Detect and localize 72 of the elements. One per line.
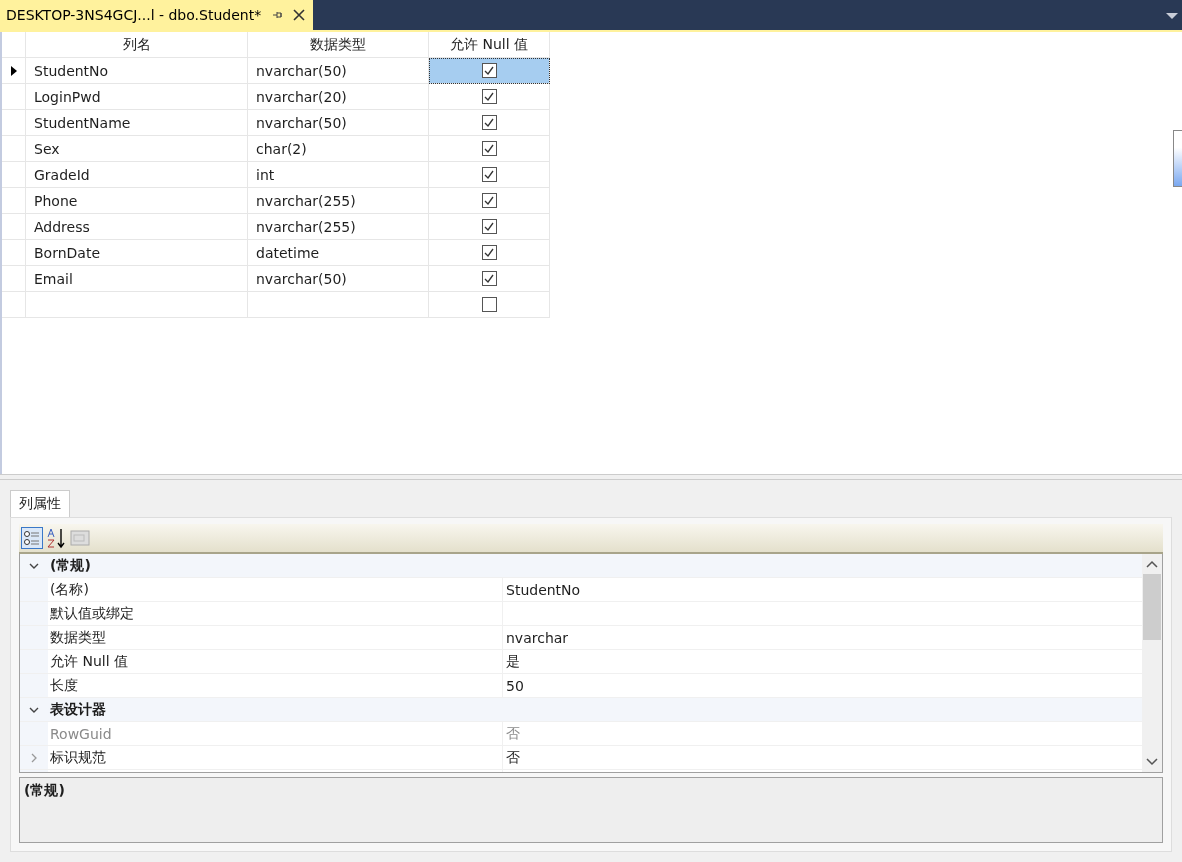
scroll-thumb[interactable] — [1143, 574, 1161, 640]
column-header[interactable]: 列名 — [26, 32, 248, 58]
checkbox[interactable] — [481, 89, 497, 104]
checkbox[interactable] — [481, 297, 497, 312]
null-cell[interactable] — [429, 162, 550, 188]
category-label: 表设计器 — [49, 700, 106, 719]
table-cell[interactable] — [248, 292, 429, 318]
table-cell[interactable]: nvarchar(255) — [248, 214, 429, 240]
scroll-down-icon[interactable] — [1146, 758, 1158, 766]
table-cell[interactable]: BornDate — [26, 240, 248, 266]
checkbox[interactable] — [481, 271, 497, 286]
table-cell[interactable]: GradeId — [26, 162, 248, 188]
property-name[interactable]: (名称) — [48, 578, 503, 601]
property-value[interactable]: 是 — [503, 652, 1142, 671]
property-name[interactable]: 长度 — [48, 674, 503, 697]
close-icon[interactable] — [293, 9, 306, 21]
property-value[interactable]: nvarchar — [503, 629, 1142, 646]
scroll-up-icon[interactable] — [1146, 560, 1158, 568]
categorized-icon[interactable] — [21, 527, 43, 549]
property-name[interactable]: 数据类型 — [48, 626, 503, 649]
row-selector[interactable] — [2, 58, 26, 84]
category-label: (常规) — [49, 556, 91, 575]
tab-title: DESKTOP-3NS4GCJ...l - dbo.Student* — [6, 7, 262, 23]
pin-icon[interactable] — [271, 9, 284, 21]
table-cell[interactable]: Address — [26, 214, 248, 240]
sort-icon[interactable] — [45, 527, 67, 549]
property-pages-icon — [69, 527, 91, 549]
table-cell[interactable]: LoginPwd — [26, 84, 248, 110]
dropdown-icon[interactable] — [1166, 12, 1178, 20]
null-cell[interactable] — [429, 136, 550, 162]
null-cell[interactable] — [429, 292, 550, 318]
property-value[interactable]: StudentNo — [503, 581, 1142, 598]
table-cell[interactable]: StudentName — [26, 110, 248, 136]
table-cell[interactable]: int — [248, 162, 429, 188]
properties-tab[interactable]: 列属性 — [10, 490, 70, 517]
current-row-icon — [10, 65, 17, 76]
table-cell[interactable]: nvarchar(20) — [248, 84, 429, 110]
checkbox[interactable] — [481, 167, 497, 182]
table-cell[interactable]: nvarchar(50) — [248, 266, 429, 292]
checkbox[interactable] — [481, 63, 497, 78]
property-name[interactable]: 允许 Null 值 — [48, 650, 503, 673]
checkbox[interactable] — [481, 193, 497, 208]
table-cell[interactable]: nvarchar(255) — [248, 188, 429, 214]
document-tab[interactable]: DESKTOP-3NS4GCJ...l - dbo.Student* — [0, 0, 314, 30]
checkbox[interactable] — [481, 115, 497, 130]
table-cell[interactable]: StudentNo — [26, 58, 248, 84]
row-header-cell — [2, 32, 26, 58]
table-cell[interactable]: Phone — [26, 188, 248, 214]
null-cell[interactable] — [429, 214, 550, 240]
property-name[interactable]: 标识规范 — [48, 746, 503, 769]
table-cell[interactable]: Email — [26, 266, 248, 292]
table-cell[interactable] — [26, 292, 248, 318]
table-cell[interactable]: nvarchar(50) — [248, 110, 429, 136]
null-cell[interactable] — [429, 84, 550, 110]
side-panel-tab[interactable] — [1173, 130, 1182, 187]
property-name[interactable]: 默认值或绑定 — [48, 602, 503, 625]
expand-icon[interactable] — [30, 752, 38, 763]
checkbox[interactable] — [481, 245, 497, 260]
null-cell[interactable] — [429, 266, 550, 292]
property-value[interactable]: 否 — [503, 748, 1142, 767]
property-value[interactable]: 50 — [503, 677, 1142, 694]
table-cell[interactable]: datetime — [248, 240, 429, 266]
null-cell[interactable] — [429, 188, 550, 214]
checkbox[interactable] — [481, 141, 497, 156]
null-cell[interactable] — [429, 240, 550, 266]
column-header[interactable]: 数据类型 — [248, 32, 429, 58]
checkbox[interactable] — [481, 219, 497, 234]
null-cell[interactable] — [429, 58, 550, 84]
description-title: (常规) — [24, 782, 65, 798]
null-cell[interactable] — [429, 110, 550, 136]
table-cell[interactable]: char(2) — [248, 136, 429, 162]
table-cell[interactable]: Sex — [26, 136, 248, 162]
